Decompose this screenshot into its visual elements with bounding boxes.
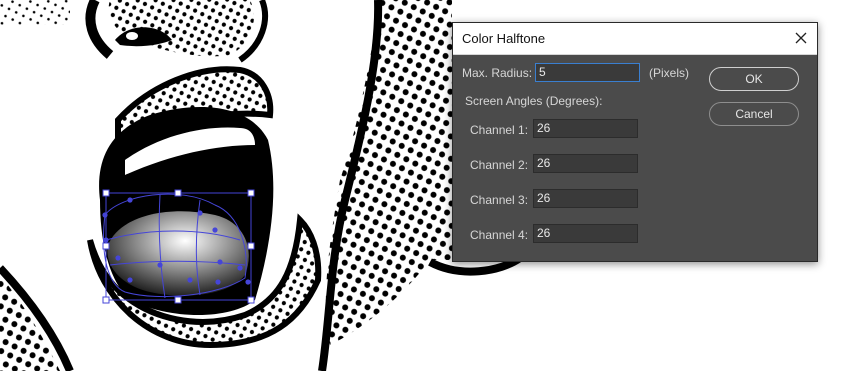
halftone-face-area (108, 0, 254, 57)
close-button[interactable] (785, 23, 817, 54)
warp-point[interactable] (197, 210, 203, 216)
channel-4-input[interactable] (533, 224, 638, 243)
warp-handle[interactable] (247, 189, 255, 197)
channel-2-label: Channel 2: (470, 158, 529, 172)
screen-angles-heading: Screen Angles (Degrees): (465, 94, 603, 108)
channel-1-input[interactable] (533, 119, 638, 138)
halftone-cheek-right (325, 0, 452, 345)
max-radius-label: Max. Radius: (462, 66, 533, 80)
channel-3-input[interactable] (533, 189, 638, 208)
warp-point[interactable] (245, 279, 251, 285)
face-outline (85, 0, 114, 59)
warp-point[interactable] (187, 277, 193, 283)
warp-point[interactable] (115, 255, 121, 261)
ok-button[interactable]: OK (709, 67, 799, 91)
warp-point[interactable] (102, 212, 108, 218)
close-icon (795, 32, 807, 44)
warp-point[interactable] (215, 279, 221, 285)
warp-handle[interactable] (174, 189, 182, 197)
warp-handle[interactable] (102, 296, 110, 304)
warp-handle[interactable] (102, 242, 110, 250)
warp-handle[interactable] (247, 242, 255, 250)
warp-point[interactable] (103, 237, 109, 243)
channel-2-input[interactable] (533, 154, 638, 173)
warp-handle[interactable] (174, 296, 182, 304)
channel-3-label: Channel 3: (470, 193, 529, 207)
max-radius-unit: (Pixels) (649, 66, 690, 80)
warp-handle[interactable] (247, 296, 255, 304)
cancel-button[interactable]: Cancel (709, 102, 799, 126)
channel-1-label: Channel 1: (470, 123, 529, 137)
warp-handle[interactable] (102, 189, 110, 197)
warp-point[interactable] (127, 197, 133, 203)
warp-point[interactable] (127, 277, 133, 283)
warp-point[interactable] (217, 259, 223, 265)
eye-highlight (126, 32, 138, 40)
dialog-titlebar[interactable]: Color Halftone (453, 23, 817, 55)
warp-point[interactable] (237, 265, 243, 271)
warp-point[interactable] (212, 227, 218, 233)
dialog-title: Color Halftone (462, 31, 546, 46)
tongue-shape (107, 211, 249, 296)
warp-point[interactable] (157, 262, 163, 268)
halftone-dots-top-left (0, 0, 70, 25)
channel-4-label: Channel 4: (470, 228, 529, 242)
color-halftone-dialog: Color Halftone Max. Radius: (Pixels) Scr… (452, 22, 818, 262)
max-radius-input[interactable] (535, 63, 640, 82)
halftone-bottom-left (0, 275, 60, 371)
